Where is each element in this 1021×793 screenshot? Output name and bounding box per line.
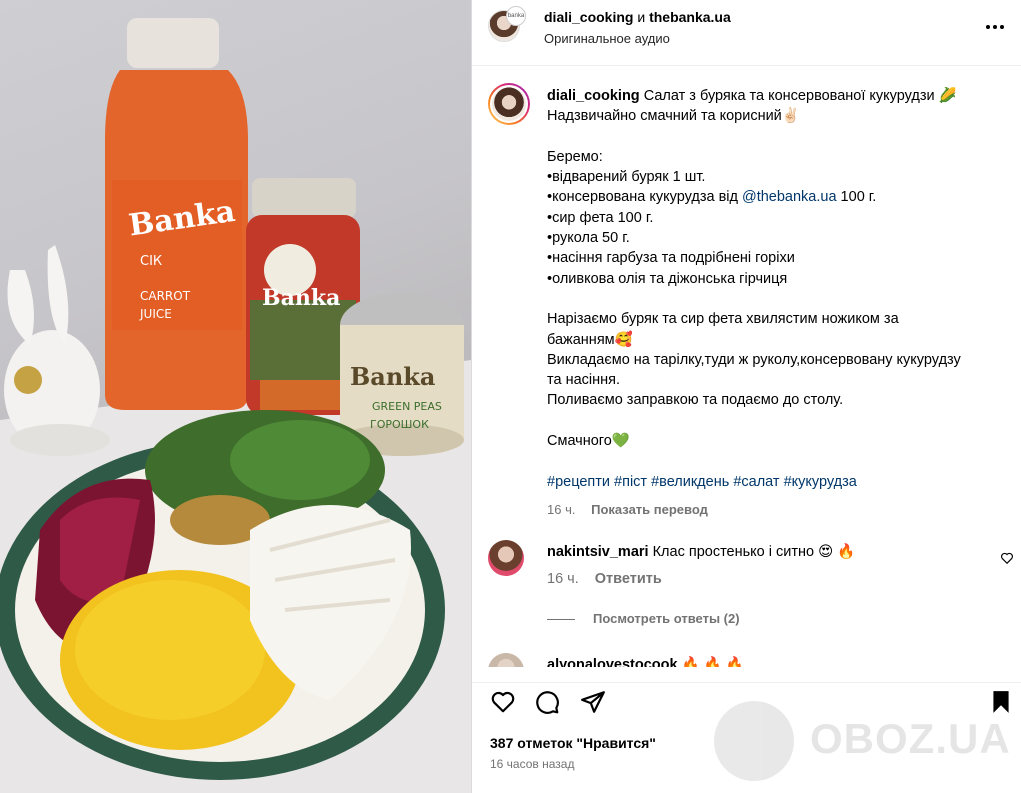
caption-line — [547, 411, 1007, 431]
comment-body: Клас простенько і ситно 😍 🔥 — [652, 544, 856, 560]
hashtag-link[interactable]: #салат — [733, 474, 779, 490]
post-authors: diali_cooking и thebanka.ua — [544, 9, 731, 25]
collaborator-avatar-text: banka — [507, 13, 525, 19]
caption-line: Нарізаємо буряк та сир фета хвилястим но… — [547, 311, 899, 328]
caption-line: та насіння. — [547, 372, 621, 389]
caption-line — [547, 289, 1007, 309]
svg-text:GREEN PEAS: GREEN PEAS — [372, 400, 442, 413]
watermark-globe-icon — [714, 701, 794, 781]
reply-button[interactable]: Ответить — [595, 571, 662, 587]
caption-username[interactable]: diali_cooking — [547, 88, 640, 104]
translate-button[interactable]: Показать перевод — [591, 502, 708, 517]
caption-line: Поливаємо заправкою та подаємо до столу. — [547, 392, 844, 409]
likes-count[interactable]: 387 отметок "Нравится" — [490, 735, 656, 751]
comment-text: nakintsiv_mari Клас простенько і ситно 😍… — [547, 543, 855, 560]
hashtag-link[interactable]: #великдень — [651, 474, 729, 490]
svg-text:СІК: СІК — [140, 254, 162, 269]
svg-text:ГОРОШОК: ГОРОШОК — [370, 418, 429, 431]
comments-scroll-area[interactable]: diali_cooking Салат з буряка та консерво… — [472, 67, 1021, 667]
comment-body: 🔥 🔥 🔥 — [681, 657, 744, 667]
audio-link[interactable]: Оригинальное аудио — [544, 31, 670, 46]
post-time[interactable]: 16 часов назад — [490, 757, 574, 771]
oboz-watermark: OBOZ.UA — [714, 701, 1010, 781]
view-replies-label: Посмотреть ответы (2) — [593, 611, 740, 626]
hashtag-link[interactable]: #кукурудза — [784, 474, 857, 490]
caption-author-avatar[interactable] — [488, 83, 530, 125]
caption-line: Надзвичайно смачний та корисний✌🏻 — [547, 108, 800, 125]
carrot-juice-bottle: Banka СІК CARROT JUICE — [105, 18, 248, 410]
caption-line: •рукола 50 г. — [547, 230, 630, 247]
commenter-username[interactable]: nakintsiv_mari — [547, 544, 649, 560]
comment-meta: 16 ч. Ответить — [547, 571, 662, 587]
more-options-icon[interactable] — [984, 16, 1008, 36]
caption-line: Беремо: — [547, 148, 603, 165]
caption-line: Салат з буряка та консервованої кукурудз… — [643, 88, 957, 104]
caption-line: Смачного💚 — [547, 433, 630, 450]
comment-time[interactable]: 16 ч. — [547, 571, 579, 587]
post-header: banka diali_cooking и thebanka.ua Оригин… — [472, 0, 1021, 66]
author-link[interactable]: diali_cooking — [544, 9, 633, 25]
svg-text:JUICE: JUICE — [139, 307, 172, 321]
like-comment-heart-icon[interactable] — [1000, 551, 1014, 565]
caption-line: •відварений буряк 1 шт. — [547, 169, 706, 186]
post-details-panel: banka diali_cooking и thebanka.ua Оригин… — [471, 0, 1021, 793]
caption-line: Викладаємо на тарілку,туди ж руколу,конс… — [547, 351, 961, 368]
caption-text: diali_cooking Салат з буряка та консерво… — [547, 86, 1007, 520]
comment-text: alyonalovestocook 🔥 🔥 🔥 — [547, 656, 744, 667]
svg-text:CARROT: CARROT — [140, 289, 191, 303]
green-peas-can: Banka GREEN PEAS ГОРОШОК — [340, 293, 464, 456]
hashtags: #рецепти #піст #великдень #салат #кукуру… — [547, 472, 1007, 492]
collaborator-link[interactable]: thebanka.ua — [649, 9, 731, 25]
hashtag-link[interactable]: #рецепти — [547, 474, 610, 490]
caption-line: •насіння гарбуза та подрібнені горіхи — [547, 250, 795, 267]
collaborator-avatar[interactable]: banka — [506, 6, 526, 26]
commenter-username[interactable]: alyonalovestocook — [547, 657, 678, 667]
view-replies-button[interactable]: Посмотреть ответы (2) — [547, 611, 740, 626]
commenter-avatar[interactable] — [488, 540, 524, 576]
caption-line: бажанням🥰 — [547, 331, 633, 348]
svg-text:Banka: Banka — [350, 362, 435, 391]
caption-line: •консервована кукурудза від — [547, 189, 742, 206]
caption-time[interactable]: 16 ч. — [547, 502, 575, 517]
svg-text:Banka: Banka — [262, 285, 340, 311]
caption-line — [547, 451, 1007, 471]
post-actions: OBOZ.UA 387 отметок "Нравится" 16 часов … — [472, 682, 1021, 793]
mention-link[interactable]: @thebanka.ua — [742, 189, 837, 205]
watermark-text: OBOZ.UA — [810, 715, 1011, 762]
hashtag-link[interactable]: #піст — [614, 474, 647, 490]
caption-line: •сир фета 100 г. — [547, 209, 654, 226]
replies-divider — [547, 619, 575, 621]
commenter-avatar[interactable] — [488, 653, 524, 667]
like-heart-icon[interactable] — [490, 689, 516, 715]
comment-icon[interactable] — [534, 689, 560, 715]
salad-photo-illustration: Banka СІК CARROT JUICE Banka Banka GREEN… — [0, 18, 471, 793]
post-photo[interactable]: Banka СІК CARROT JUICE Banka Banka GREEN… — [0, 0, 471, 793]
caption-line-suffix: 100 г. — [836, 189, 877, 206]
authors-conjunction: и — [637, 9, 646, 25]
share-send-icon[interactable] — [580, 689, 606, 715]
caption-line — [547, 127, 1007, 147]
caption-line: •оливкова олія та діжонська гірчиця — [547, 270, 788, 287]
